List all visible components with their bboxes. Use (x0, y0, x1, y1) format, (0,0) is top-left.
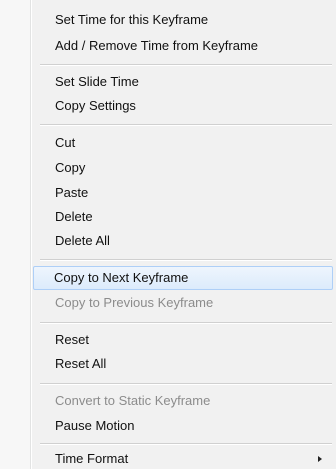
menu-item-label: Cut (55, 135, 76, 150)
menu-item-delete-all[interactable]: Delete All (34, 229, 334, 253)
menu-separator (40, 124, 332, 125)
menu-item-label: Set Slide Time (55, 74, 139, 89)
context-menu: Set Time for this Keyframe Add / Remove … (0, 0, 336, 469)
menu-item-convert-to-static-keyframe: Convert to Static Keyframe (34, 389, 334, 413)
menu-item-copy-to-previous-keyframe: Copy to Previous Keyframe (34, 291, 334, 315)
menu-item-label: Reset (55, 332, 89, 347)
menu-item-set-time-for-keyframe[interactable]: Set Time for this Keyframe (34, 8, 334, 32)
menu-item-label: Add / Remove Time from Keyframe (55, 38, 259, 53)
menu-item-label: Set Time for this Keyframe (55, 12, 209, 27)
menu-item-copy-to-next-keyframe[interactable]: Copy to Next Keyframe (33, 266, 333, 290)
menu-item-time-format[interactable]: Time Format (34, 447, 334, 471)
menu-item-label: Reset All (55, 356, 107, 371)
menu-item-label: Delete All (55, 233, 110, 248)
menu-item-label: Paste (55, 185, 89, 200)
menu-item-label: Copy to Previous Keyframe (55, 295, 214, 310)
menu-item-label: Convert to Static Keyframe (55, 393, 211, 408)
menu-item-pause-motion[interactable]: Pause Motion (34, 414, 334, 438)
menu-item-label: Pause Motion (55, 418, 135, 433)
menu-item-label: Copy (55, 160, 86, 175)
submenu-arrow-icon (318, 456, 322, 462)
menu-separator (40, 259, 332, 260)
menu-item-label: Copy Settings (55, 98, 136, 113)
menu-separator (40, 383, 332, 384)
menu-item-reset[interactable]: Reset (34, 328, 334, 352)
menu-separator (40, 64, 332, 65)
menu-item-reset-all[interactable]: Reset All (34, 352, 334, 376)
menu-separator (40, 443, 332, 444)
menu-item-label: Time Format (55, 451, 129, 466)
menu-item-copy[interactable]: Copy (34, 156, 334, 180)
menu-item-add-remove-time[interactable]: Add / Remove Time from Keyframe (34, 34, 334, 58)
menu-item-copy-settings[interactable]: Copy Settings (34, 94, 334, 118)
menu-item-label: Copy to Next Keyframe (54, 270, 189, 285)
menu-item-label: Delete (55, 209, 93, 224)
menu-item-set-slide-time[interactable]: Set Slide Time (34, 70, 334, 94)
menu-item-delete[interactable]: Delete (34, 205, 334, 229)
menu-separator (40, 322, 332, 323)
menu-item-paste[interactable]: Paste (34, 181, 334, 205)
menu-item-cut[interactable]: Cut (34, 131, 334, 155)
